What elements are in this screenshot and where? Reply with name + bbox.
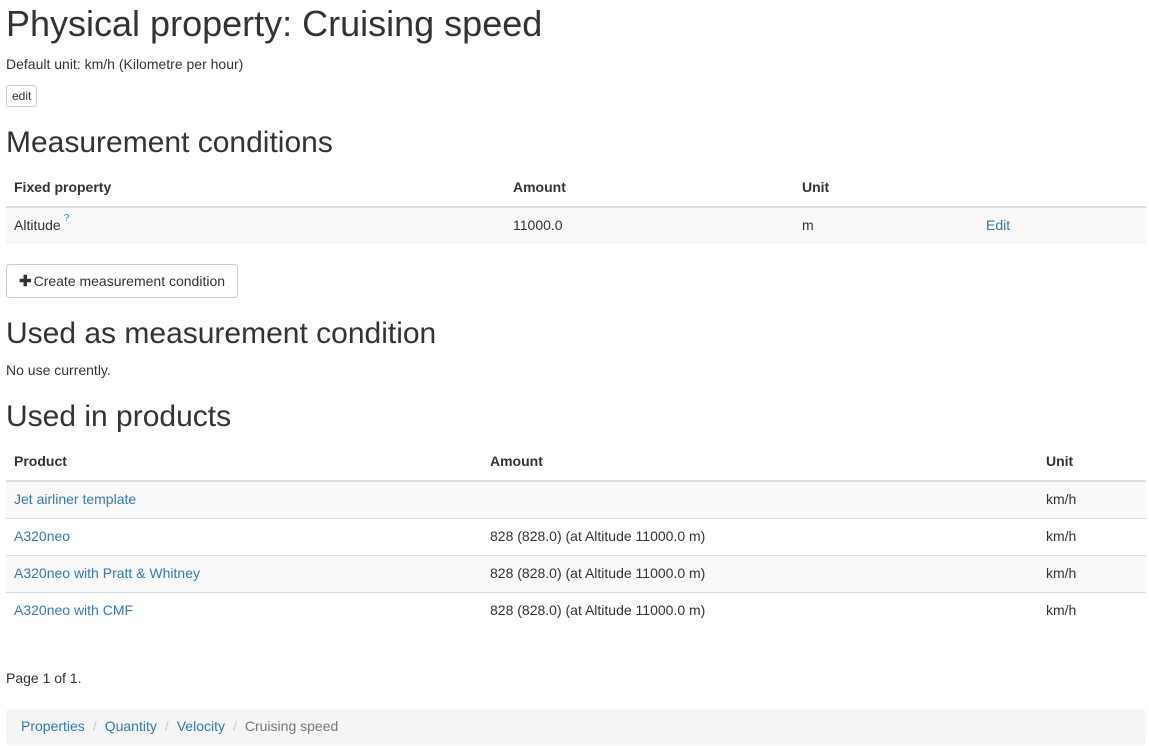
cell-amount: 11000.0 <box>505 207 794 244</box>
cell-unit: km/h <box>1038 592 1146 629</box>
cell-product: Jet airliner template <box>6 481 482 519</box>
product-link[interactable]: A320neo with CMF <box>14 602 133 618</box>
cell-product: A320neo with Pratt & Whitney <box>6 555 482 593</box>
cell-product: A320neo <box>6 518 482 556</box>
used-as-condition-heading: Used as measurement condition <box>6 317 437 350</box>
cell-unit: km/h <box>1038 518 1146 556</box>
edit-condition-link[interactable]: Edit <box>986 217 1010 233</box>
pagination-text: Page 1 of 1. <box>6 670 82 686</box>
cell-actions: Edit <box>978 207 1146 244</box>
breadcrumb-item-properties: Properties <box>21 717 85 737</box>
cell-amount <box>482 481 1038 519</box>
product-link[interactable]: Jet airliner template <box>14 491 136 507</box>
table-row: Altitude? 11000.0 m Edit <box>6 207 1146 244</box>
cell-product: A320neo with CMF <box>6 592 482 629</box>
breadcrumb-current: Cruising speed <box>244 718 339 734</box>
cell-amount: 828 (828.0) (at Altitude 11000.0 m) <box>482 518 1038 556</box>
breadcrumb-link-quantity[interactable]: Quantity <box>105 717 157 737</box>
table-row: A320neo with Pratt & Whitney 828 (828.0)… <box>6 555 1146 593</box>
column-header-amount: Amount <box>482 444 1038 482</box>
create-measurement-condition-button[interactable]: ✚ Create measurement condition <box>6 264 239 298</box>
page-title: Physical property: Cruising speed <box>6 3 543 44</box>
breadcrumb-separator: / <box>92 718 97 734</box>
breadcrumb-link-properties[interactable]: Properties <box>21 717 85 737</box>
cell-unit: m <box>794 207 978 244</box>
plus-icon: ✚ <box>19 272 32 290</box>
edit-property-button[interactable]: edit <box>6 85 38 107</box>
cell-amount: 828 (828.0) (at Altitude 11000.0 m) <box>482 592 1038 629</box>
column-header-actions <box>978 170 1146 208</box>
measurement-conditions-heading: Measurement conditions <box>6 126 333 159</box>
breadcrumb-separator: / <box>232 718 237 734</box>
column-header-unit: Unit <box>794 170 978 208</box>
cell-property: Altitude? <box>6 207 505 244</box>
table-row: A320neo with CMF 828 (828.0) (at Altitud… <box>6 592 1146 629</box>
cell-unit: km/h <box>1038 555 1146 593</box>
breadcrumb-item-active: / Cruising speed <box>225 717 338 737</box>
products-table: Product Amount Unit Jet airliner templat… <box>6 444 1146 629</box>
table-row: Jet airliner template km/h <box>6 481 1146 519</box>
help-link[interactable]: ? <box>64 213 70 224</box>
product-link[interactable]: A320neo <box>14 528 70 544</box>
cell-unit: km/h <box>1038 481 1146 519</box>
used-in-products-heading: Used in products <box>6 400 232 433</box>
table-row: A320neo 828 (828.0) (at Altitude 11000.0… <box>6 518 1146 556</box>
breadcrumb-link-velocity[interactable]: Velocity <box>177 717 225 737</box>
property-name: Altitude <box>14 217 61 233</box>
column-header-product: Product <box>6 444 482 482</box>
column-header-unit: Unit <box>1038 444 1146 482</box>
breadcrumb-separator: / <box>164 718 169 734</box>
create-button-label: Create measurement condition <box>33 273 226 289</box>
breadcrumb-item-velocity: / Velocity <box>157 717 225 737</box>
column-header-fixed-property: Fixed property <box>6 170 505 208</box>
cell-amount: 828 (828.0) (at Altitude 11000.0 m) <box>482 555 1038 593</box>
no-use-text: No use currently. <box>6 362 111 378</box>
column-header-amount: Amount <box>505 170 794 208</box>
measurement-conditions-table: Fixed property Amount Unit Altitude? 110… <box>6 170 1146 244</box>
breadcrumb: Properties / Quantity / Velocity / Cruising… <box>6 709 1146 745</box>
product-link[interactable]: A320neo with Pratt & Whitney <box>14 565 200 581</box>
default-unit-text: Default unit: km/h (Kilometre per hour) <box>6 56 244 72</box>
breadcrumb-item-quantity: / Quantity <box>85 717 157 737</box>
